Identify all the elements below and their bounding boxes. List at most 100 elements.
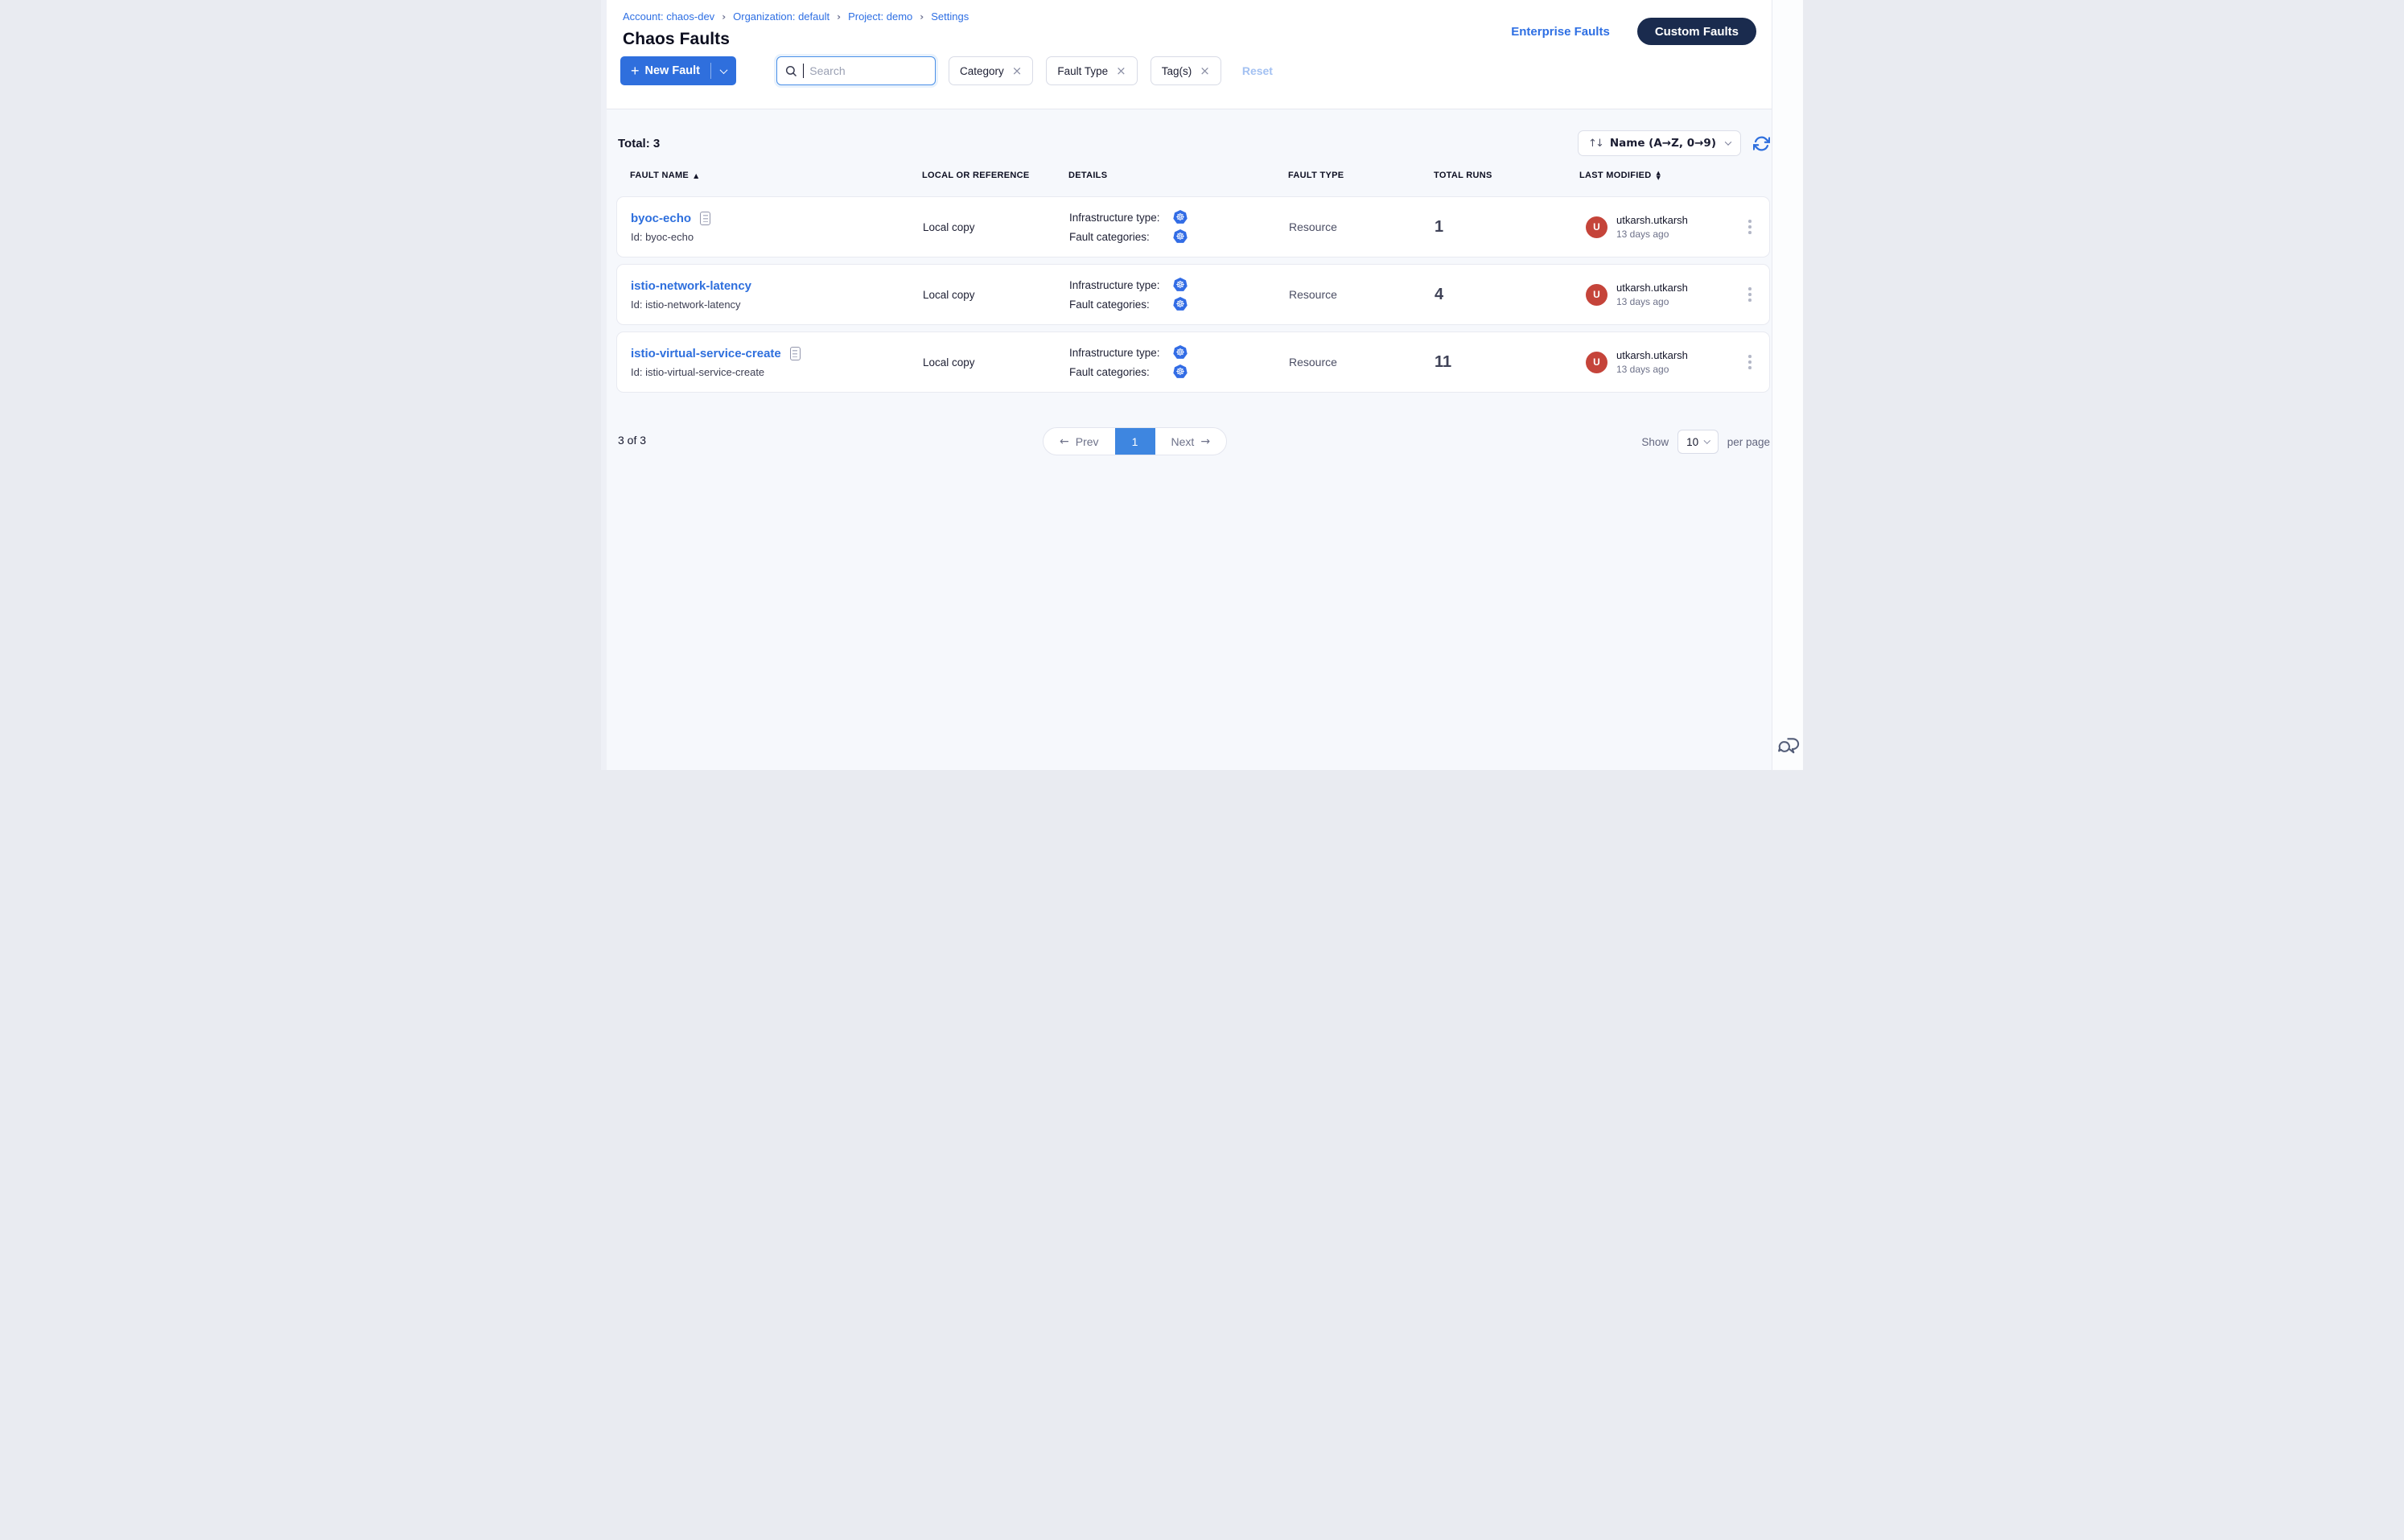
pagination: 3 of 3 ← Prev 1 Next → Show 10 per page [616, 426, 1770, 459]
column-total-runs: TOTAL RUNS [1434, 171, 1579, 180]
modified-by-user: utkarsh.utkarsh [1616, 282, 1688, 294]
fault-categories-label: Fault categories: [1069, 299, 1173, 311]
manifest-icon[interactable] [790, 347, 801, 360]
fault-row[interactable]: istio-network-latency Id: istio-network-… [616, 264, 1770, 325]
fault-table-body: byoc-echo Id: byoc-echo Local copy Infra… [616, 196, 1770, 393]
breadcrumb-settings-link[interactable]: Settings [931, 10, 969, 23]
breadcrumb-account-link[interactable]: Account: chaos-dev [623, 10, 714, 23]
header-left: Account: chaos-dev › Organization: defau… [623, 8, 969, 49]
page-header: Account: chaos-dev › Organization: defau… [601, 0, 1803, 109]
page-size-select[interactable]: 10 [1677, 430, 1719, 454]
column-local-or-reference: LOCAL OR REFERENCE [922, 171, 1068, 180]
infrastructure-type-label: Infrastructure type: [1069, 212, 1173, 224]
search-input[interactable] [809, 64, 927, 77]
row-menu-button[interactable] [1743, 282, 1769, 307]
fault-name-link[interactable]: istio-virtual-service-create [631, 347, 781, 360]
kubernetes-icon: ☸ [1173, 210, 1188, 224]
scrollbar-gutter[interactable] [1772, 0, 1803, 770]
kubernetes-icon: ☸ [1173, 278, 1188, 292]
page-range-label: 3 of 3 [618, 434, 646, 447]
per-page-label: per page [1727, 436, 1770, 448]
fault-id: Id: istio-network-latency [631, 299, 923, 311]
filter-chip-tags[interactable]: Tag(s) × [1151, 56, 1221, 85]
total-runs: 4 [1435, 286, 1580, 304]
support-chat-button[interactable] [1776, 735, 1801, 762]
sort-both-icon: ▲▼ [1656, 171, 1661, 180]
filter-chip-label: Fault Type [1057, 65, 1108, 77]
arrow-right-icon: → [1200, 435, 1210, 448]
manifest-icon[interactable] [700, 212, 710, 225]
modified-date: 13 days ago [1616, 229, 1688, 240]
fault-categories-label: Fault categories: [1069, 231, 1173, 243]
kubernetes-icon: ☸ [1173, 345, 1188, 360]
kubernetes-icon: ☸ [1173, 364, 1188, 379]
total-runs: 11 [1435, 353, 1580, 372]
reset-filters-button[interactable]: Reset [1242, 64, 1273, 77]
breadcrumb-project-link[interactable]: Project: demo [848, 10, 912, 23]
fault-id: Id: byoc-echo [631, 231, 923, 243]
row-menu-button[interactable] [1743, 350, 1769, 374]
fault-name-link[interactable]: istio-network-latency [631, 279, 751, 293]
fault-row[interactable]: istio-virtual-service-create Id: istio-v… [616, 331, 1770, 393]
refresh-icon [1753, 135, 1770, 152]
local-or-reference: Local copy [923, 289, 1069, 301]
pager: ← Prev 1 Next → [1043, 427, 1227, 455]
kubernetes-icon: ☸ [1173, 229, 1188, 244]
local-or-reference: Local copy [923, 221, 1069, 233]
column-fault-type: FAULT TYPE [1288, 171, 1434, 180]
fault-name-link[interactable]: byoc-echo [631, 212, 691, 225]
chevron-right-icon: › [920, 11, 924, 23]
avatar: U [1586, 352, 1607, 373]
filter-chip-fault-type[interactable]: Fault Type × [1046, 56, 1137, 85]
fault-type: Resource [1289, 288, 1435, 301]
close-icon[interactable]: × [1116, 65, 1126, 77]
chevron-right-icon: › [837, 11, 841, 23]
column-fault-name[interactable]: FAULT NAME ▲ [616, 171, 922, 180]
column-details: DETAILS [1068, 171, 1288, 180]
sort-value: Name (A→Z, 0→9) [1610, 137, 1716, 150]
sort-asc-icon: ▲ [694, 172, 698, 179]
chaos-faults-page: Account: chaos-dev › Organization: defau… [601, 0, 1803, 770]
sort-select[interactable]: ↑↓ Name (A→Z, 0→9) [1578, 130, 1741, 156]
infrastructure-type-label: Infrastructure type: [1069, 279, 1173, 291]
column-last-modified[interactable]: LAST MODIFIED ▲▼ [1579, 171, 1738, 180]
modified-date: 13 days ago [1616, 296, 1688, 307]
next-page-button[interactable]: Next → [1155, 428, 1227, 455]
close-icon[interactable]: × [1200, 65, 1210, 77]
text-cursor [803, 64, 804, 78]
breadcrumb-organization-link[interactable]: Organization: default [733, 10, 829, 23]
chevron-right-icon: › [722, 11, 726, 23]
filter-chip-category[interactable]: Category × [949, 56, 1033, 85]
chevron-down-icon [1704, 438, 1710, 444]
toolbar: + New Fault Category × Fault Type × [601, 49, 1803, 85]
fault-type: Resource [1289, 220, 1435, 233]
prev-page-button[interactable]: ← Prev [1044, 428, 1115, 455]
fault-categories-label: Fault categories: [1069, 366, 1173, 378]
search-box[interactable] [776, 56, 936, 85]
enterprise-faults-link[interactable]: Enterprise Faults [1511, 25, 1610, 39]
show-label: Show [1641, 436, 1669, 448]
new-fault-button[interactable]: + New Fault [620, 56, 736, 85]
fault-id: Id: istio-virtual-service-create [631, 366, 923, 378]
total-count: Total: 3 [618, 137, 660, 150]
chevron-down-icon [720, 66, 728, 74]
search-icon [785, 65, 797, 77]
new-fault-dropdown-toggle[interactable] [711, 68, 736, 74]
fault-row[interactable]: byoc-echo Id: byoc-echo Local copy Infra… [616, 196, 1770, 257]
breadcrumb: Account: chaos-dev › Organization: defau… [623, 10, 969, 23]
custom-faults-button[interactable]: Custom Faults [1637, 18, 1756, 45]
total-runs: 1 [1435, 218, 1580, 237]
kubernetes-icon: ☸ [1173, 297, 1188, 311]
modified-by-user: utkarsh.utkarsh [1616, 349, 1688, 361]
refresh-button[interactable] [1753, 135, 1770, 152]
infrastructure-type-label: Infrastructure type: [1069, 347, 1173, 359]
modified-date: 13 days ago [1616, 364, 1688, 375]
plus-icon: + [631, 64, 640, 78]
new-fault-label: New Fault [645, 64, 700, 77]
row-menu-button[interactable] [1743, 215, 1769, 239]
page-number-button[interactable]: 1 [1115, 428, 1155, 455]
table-header-row: FAULT NAME ▲ LOCAL OR REFERENCE DETAILS … [616, 171, 1770, 180]
sort-arrows-icon: ↑↓ [1588, 138, 1603, 150]
local-or-reference: Local copy [923, 356, 1069, 369]
close-icon[interactable]: × [1012, 65, 1023, 77]
